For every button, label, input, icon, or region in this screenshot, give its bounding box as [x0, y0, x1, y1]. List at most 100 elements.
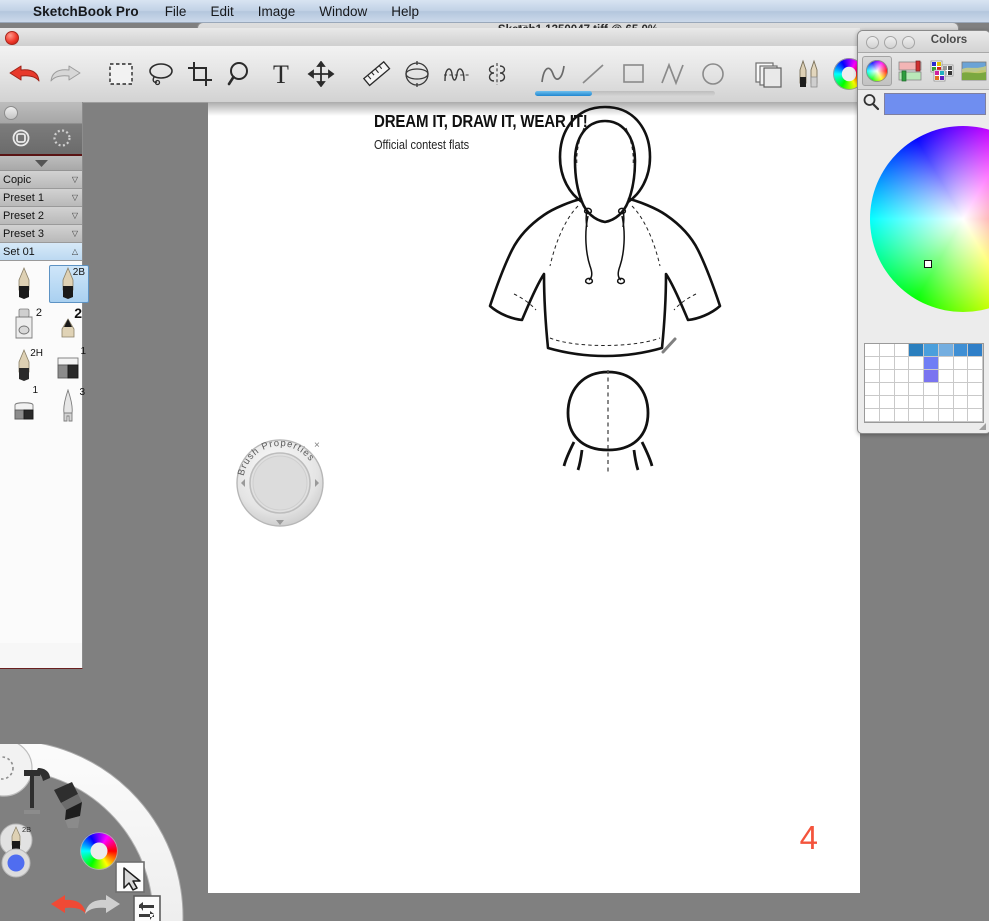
lasso-select-icon[interactable] [141, 51, 181, 97]
menu-item-help[interactable]: Help [391, 4, 419, 19]
color-wheel-picker[interactable] [858, 118, 989, 318]
color-swatch-cell[interactable] [938, 357, 954, 370]
tab-color-wheel[interactable] [862, 56, 892, 86]
lagoon-item-selection[interactable] [115, 861, 145, 893]
color-swatch-cell[interactable] [865, 383, 880, 396]
menu-item-window[interactable]: Window [319, 4, 367, 19]
color-swatch-cell[interactable] [865, 396, 880, 409]
lagoon-undo-arrow-icon[interactable] [51, 895, 86, 914]
close-icon[interactable] [5, 31, 19, 45]
crop-icon[interactable] [181, 51, 221, 97]
color-swatch-cell[interactable] [938, 370, 954, 383]
brush-properties-puck[interactable]: Brush Properties × [233, 431, 327, 531]
color-swatch-cell[interactable] [938, 396, 954, 409]
brush-palette-icon[interactable] [789, 51, 829, 97]
resize-grip-icon[interactable] [978, 422, 987, 431]
brush-set-preset-3[interactable]: Preset 3 ▽ [0, 225, 82, 243]
chevron-up-icon[interactable]: △ [72, 247, 78, 256]
rectangle-select-icon[interactable] [101, 51, 141, 97]
chevron-down-icon[interactable]: ▽ [72, 229, 78, 238]
colors-window-titlebar[interactable]: Colors [858, 31, 989, 53]
ellipse-guide-icon[interactable] [397, 51, 437, 97]
color-swatch-cell[interactable] [879, 409, 895, 422]
color-swatch-cell[interactable] [865, 370, 880, 383]
color-swatch-cell[interactable] [924, 383, 939, 396]
brush-item-marker-2[interactable]: 2 [2, 305, 46, 346]
brush-set-set-01[interactable]: Set 01 △ [0, 243, 82, 261]
color-swatch-cell[interactable] [953, 396, 969, 409]
tab-color-palettes[interactable] [928, 57, 956, 85]
color-swatch-cell[interactable] [968, 344, 983, 357]
menu-item-image[interactable]: Image [258, 4, 296, 19]
color-swatch-cell[interactable] [924, 409, 939, 422]
panel-disclosure-toggle[interactable] [0, 156, 82, 171]
chevron-down-icon[interactable]: ▽ [72, 175, 78, 184]
eraser-mode-icon[interactable] [52, 128, 72, 151]
color-swatch-cell[interactable] [909, 396, 924, 409]
magnifier-icon[interactable] [862, 93, 880, 116]
brush-item-pencil-2b[interactable]: 2B [46, 264, 90, 305]
color-swatch-cell[interactable] [879, 383, 895, 396]
color-wheel-disk[interactable] [870, 126, 989, 312]
menu-item-edit[interactable]: Edit [210, 4, 233, 19]
color-swatch-cell[interactable] [968, 409, 983, 422]
color-swatch-cell[interactable] [879, 396, 895, 409]
lagoon-item-layers[interactable] [133, 895, 161, 921]
color-wheel-marker[interactable] [924, 260, 932, 268]
lagoon-radial-menu[interactable]: 2B [0, 744, 210, 921]
color-swatch-cell[interactable] [968, 370, 983, 383]
brush-item-chisel-nib-2[interactable]: 2 [46, 305, 90, 346]
brush-set-preset-2[interactable]: Preset 2 ▽ [0, 207, 82, 225]
current-color-swatch[interactable] [884, 93, 986, 115]
brush-item-airbrush-3[interactable]: 3 [46, 387, 90, 428]
color-swatch-cell[interactable] [894, 396, 910, 409]
color-swatch-cell[interactable] [894, 409, 910, 422]
color-swatch-cell[interactable] [909, 370, 924, 383]
brush-item-pencil[interactable] [2, 264, 46, 305]
menu-item-file[interactable]: File [165, 4, 187, 19]
layers-icon[interactable] [749, 51, 789, 97]
color-swatch-cell[interactable] [938, 383, 954, 396]
lagoon-item-color[interactable] [80, 832, 118, 870]
color-swatch-cell[interactable] [924, 370, 939, 383]
color-swatch-cell[interactable] [953, 344, 969, 357]
text-icon[interactable]: T [261, 51, 301, 97]
color-swatch-cell[interactable] [968, 383, 983, 396]
color-swatch-cell[interactable] [909, 409, 924, 422]
color-swatch-cell[interactable] [865, 344, 880, 357]
redo-arrow-icon[interactable] [45, 51, 85, 97]
color-swatch-cell[interactable] [865, 357, 880, 370]
color-swatch-cell[interactable] [924, 344, 939, 357]
tab-image-palettes[interactable] [960, 57, 988, 85]
panel-collapse-icon[interactable] [4, 106, 18, 120]
symmetry-icon[interactable] [477, 51, 517, 97]
move-icon[interactable] [301, 51, 341, 97]
ruler-icon[interactable] [357, 51, 397, 97]
panel-drag-handle[interactable] [0, 102, 82, 124]
color-swatch-cell[interactable] [953, 357, 969, 370]
color-swatch-cell[interactable] [879, 357, 895, 370]
color-swatch-grid[interactable] [864, 343, 984, 423]
tab-color-sliders[interactable] [896, 57, 924, 85]
color-swatch-cell[interactable] [865, 409, 880, 422]
brush-mode-icon[interactable] [11, 128, 31, 151]
brush-item-eraser-1a[interactable]: 1 [46, 346, 90, 387]
color-swatch-cell[interactable] [953, 383, 969, 396]
lagoon-item-tools[interactable] [24, 768, 50, 814]
brush-size-slider[interactable] [535, 91, 715, 96]
brush-set-preset-1[interactable]: Preset 1 ▽ [0, 189, 82, 207]
zoom-icon[interactable] [221, 51, 261, 97]
color-swatch-cell[interactable] [953, 370, 969, 383]
color-swatch-cell[interactable] [968, 396, 983, 409]
undo-arrow-icon[interactable] [5, 51, 45, 97]
color-swatch-cell[interactable] [894, 370, 910, 383]
color-swatch-cell[interactable] [924, 396, 939, 409]
color-swatch-cell[interactable] [879, 344, 895, 357]
chevron-down-icon[interactable]: ▽ [72, 193, 78, 202]
window-titlebar[interactable] [0, 28, 860, 47]
color-swatch-cell[interactable] [894, 344, 910, 357]
color-swatch-cell[interactable] [894, 357, 910, 370]
color-swatch-cell[interactable] [938, 409, 954, 422]
brush-set-copic[interactable]: Copic ▽ [0, 171, 82, 189]
color-swatch-cell[interactable] [894, 383, 910, 396]
